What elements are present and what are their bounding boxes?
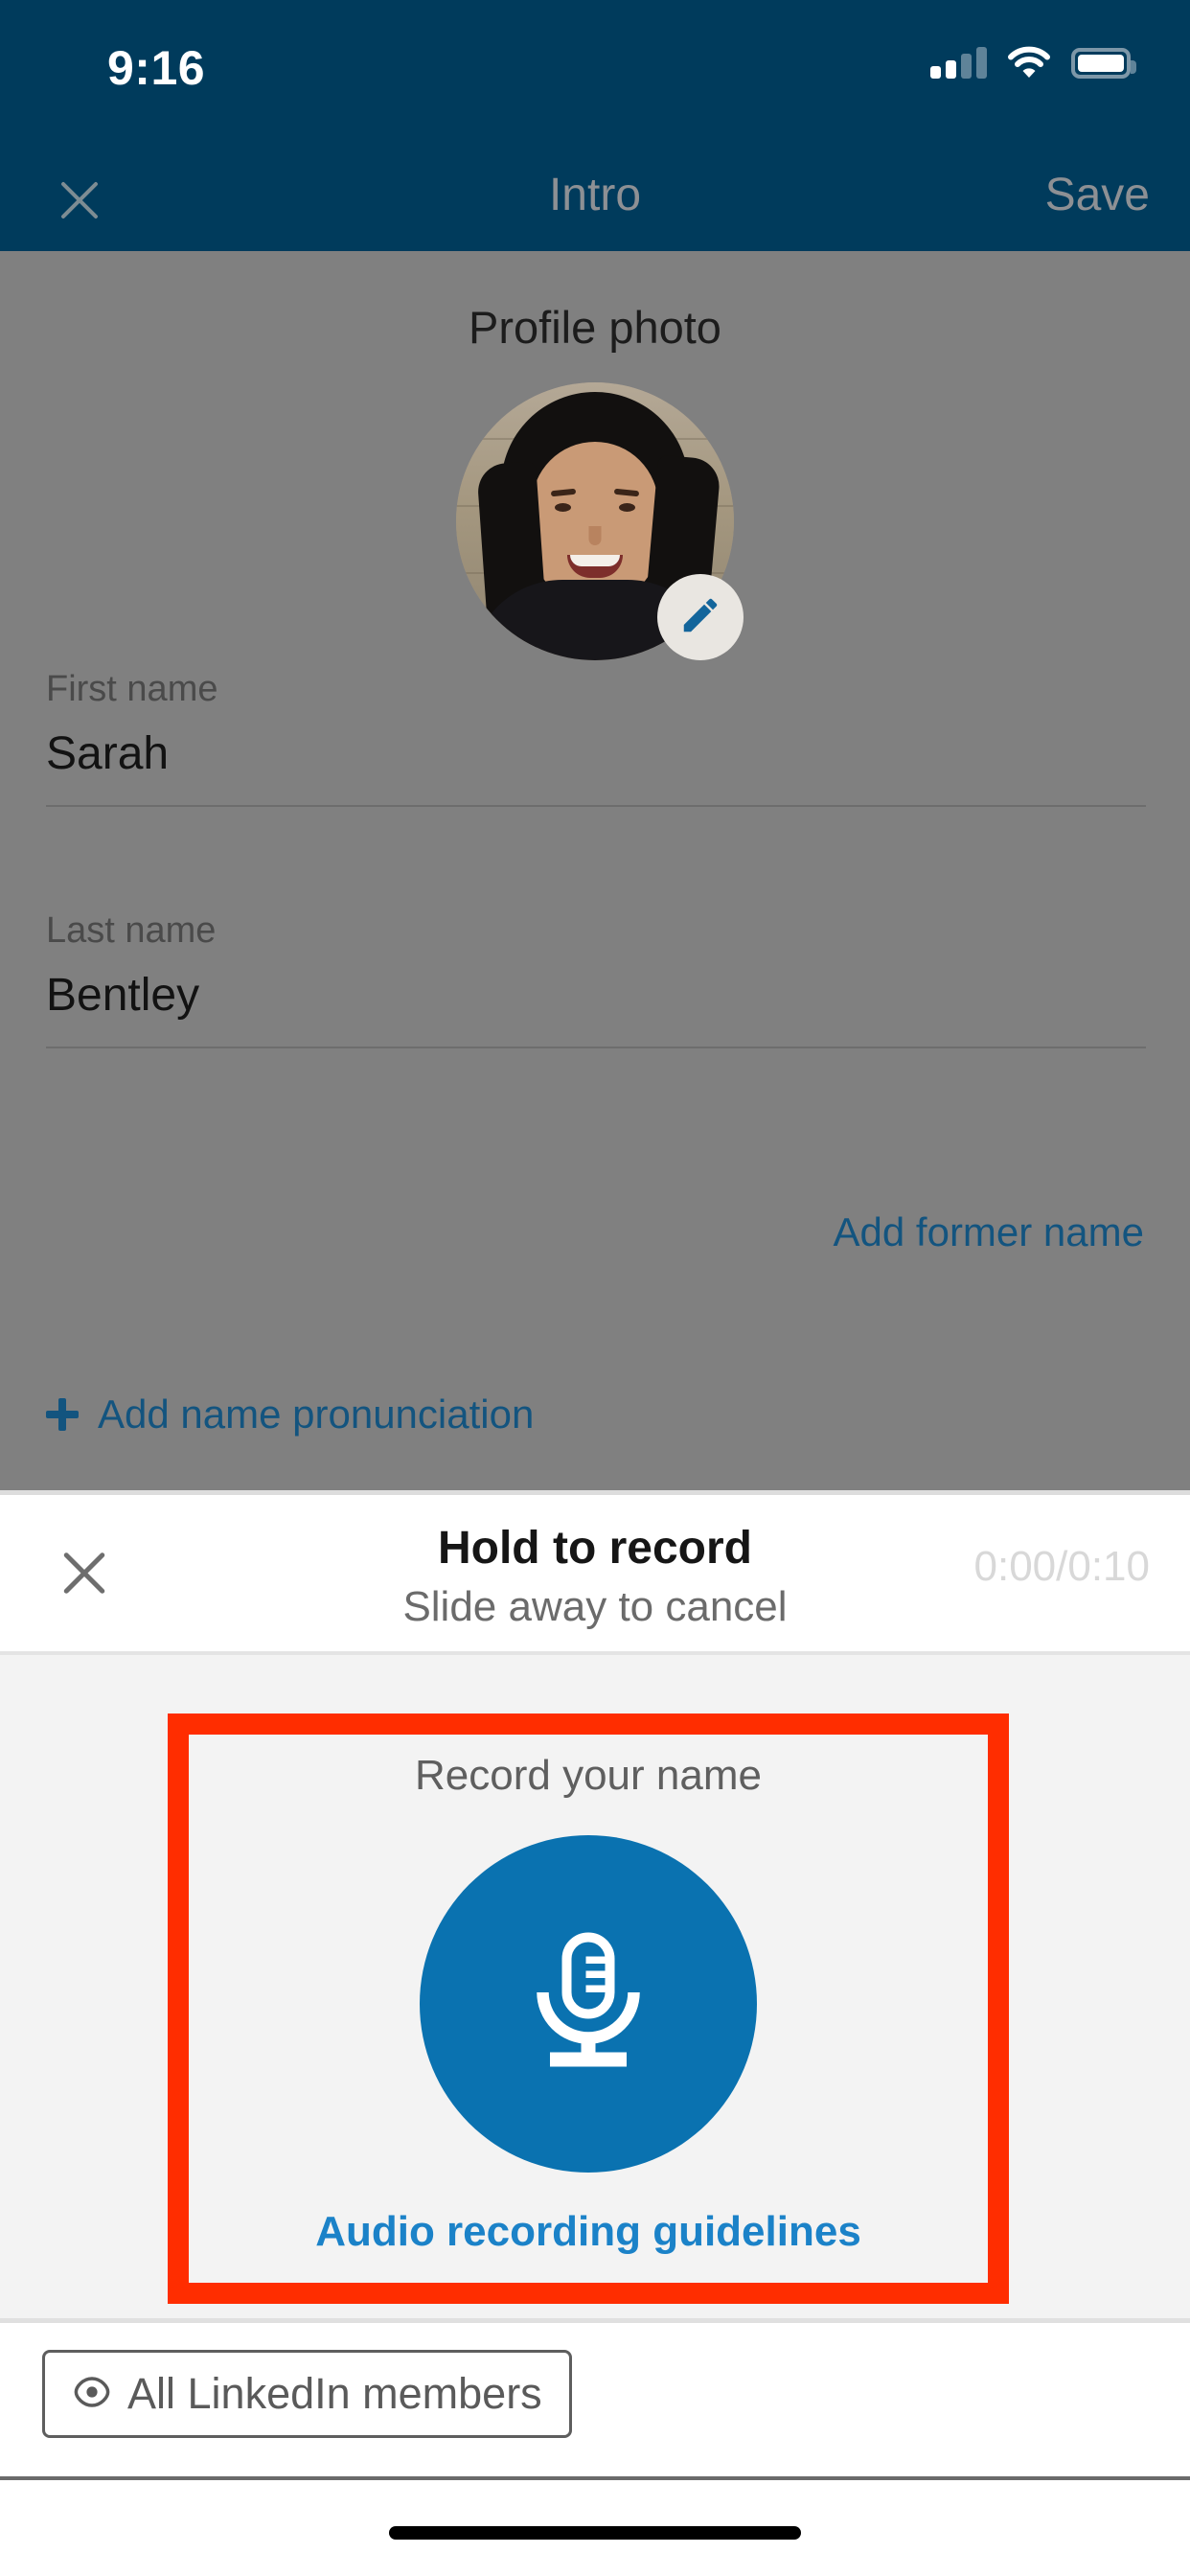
wifi-icon — [1008, 46, 1050, 79]
sheet-header: Hold to record Slide away to cancel 0:00… — [0, 1495, 1190, 1651]
status-bar-time: 9:16 — [107, 41, 206, 95]
eye-icon — [72, 2372, 112, 2417]
last-name-field[interactable]: Last name Bentley — [46, 910, 1146, 1048]
highlight-box: Record your name Audio recording guideli… — [168, 1714, 1009, 2304]
home-indicator[interactable] — [389, 2526, 801, 2540]
plus-icon — [46, 1398, 79, 1431]
edit-photo-button[interactable] — [657, 574, 744, 660]
add-name-pronunciation-button[interactable]: Add name pronunciation — [46, 1392, 534, 1438]
record-name-sheet: Hold to record Slide away to cancel 0:00… — [0, 1490, 1190, 2576]
nav-bar: Intro Save — [0, 146, 1190, 251]
status-bar-icons — [930, 46, 1136, 79]
visibility-button[interactable]: All LinkedIn members — [42, 2350, 572, 2438]
add-former-name-link[interactable]: Add former name — [834, 1209, 1144, 1255]
microphone-icon — [521, 1930, 655, 2079]
last-name-label: Last name — [46, 910, 217, 951]
visibility-row: All LinkedIn members — [0, 2323, 1190, 2476]
first-name-field[interactable]: First name Sarah — [46, 669, 1146, 807]
first-name-label: First name — [46, 669, 218, 709]
profile-photo[interactable] — [456, 382, 744, 660]
last-name-input[interactable]: Bentley — [46, 969, 1146, 1022]
battery-icon — [1071, 48, 1136, 79]
record-button[interactable] — [420, 1835, 757, 2173]
cellular-signal-icon — [930, 46, 987, 79]
profile-photo-label: Profile photo — [469, 302, 721, 353]
first-name-input[interactable]: Sarah — [46, 727, 1146, 780]
audio-recording-guidelines-link[interactable]: Audio recording guidelines — [189, 2208, 988, 2256]
field-underline — [46, 1046, 1146, 1048]
add-name-pronunciation-label: Add name pronunciation — [98, 1392, 535, 1437]
save-button[interactable]: Save — [1045, 169, 1150, 221]
record-your-name-label: Record your name — [415, 1752, 762, 1799]
record-panel: Record your name Audio recording guideli… — [0, 1655, 1190, 2318]
record-timer: 0:00/0:10 — [973, 1543, 1151, 1590]
status-bar: 9:16 — [0, 0, 1190, 146]
page-title: Intro — [548, 170, 642, 220]
profile-form-dimmed: Profile photo First name Sarah Last name… — [0, 251, 1190, 1490]
sheet-bottom-divider — [0, 2476, 1190, 2480]
visibility-label: All LinkedIn members — [127, 2369, 542, 2418]
pencil-icon — [678, 593, 722, 642]
phone-screen: 9:16 Intro Save Profile photo First name… — [0, 0, 1190, 2576]
field-underline — [46, 805, 1146, 807]
